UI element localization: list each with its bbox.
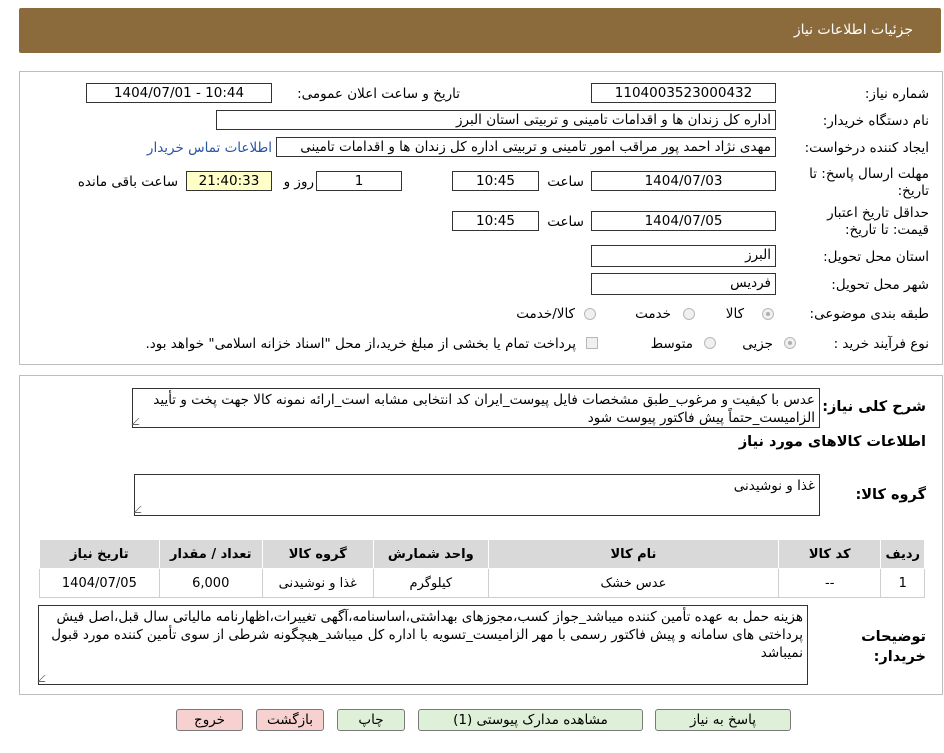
- cell-item-group: غذا و نوشیدنی: [261, 568, 374, 598]
- cell-item-name: عدس خشک: [487, 568, 780, 598]
- day-and-label: روز و: [283, 174, 314, 190]
- delivery-province-label: استان محل تحویل:: [823, 249, 929, 265]
- process-option-medium: متوسط: [650, 336, 693, 352]
- category-option-goods-service: کالا/خدمت: [516, 306, 575, 322]
- cell-need-date: 1404/07/05: [39, 568, 160, 598]
- goods-group-text: غذا و نوشیدنی: [733, 478, 815, 494]
- general-desc-label: شرح کلی نیاز:: [822, 399, 926, 415]
- goods-table: ردیف کد کالا نام کالا واحد شمارش گروه کا…: [39, 539, 925, 598]
- general-desc-textarea: عدس با کیفیت و مرغوب_طبق مشخصات فایل پیو…: [131, 388, 820, 428]
- category-option-service: خدمت: [635, 306, 671, 322]
- city-field: فردیس: [591, 273, 776, 295]
- treasury-payment-note: پرداخت تمام یا بخشی از مبلغ خرید،از محل …: [145, 336, 576, 352]
- need-number-field: 1104003523000432: [591, 83, 776, 103]
- category-option-goods: کالا: [725, 306, 744, 322]
- category-radio-goods-service[interactable]: [584, 308, 596, 320]
- buyer-contact-link[interactable]: اطلاعات تماس خریدار: [147, 140, 272, 156]
- col-row-number: ردیف: [880, 539, 925, 569]
- category-radio-service[interactable]: [683, 308, 695, 320]
- buyer-notes-text: هزینه حمل به عهده تأمین کننده میباشد_جوا…: [51, 609, 803, 661]
- resize-grip-icon[interactable]: [37, 675, 52, 682]
- cell-quantity: 6,000: [158, 568, 263, 598]
- delivery-city-label: شهر محل تحویل:: [831, 277, 929, 293]
- back-button[interactable]: بازگشت: [256, 709, 324, 731]
- goods-group-textarea: غذا و نوشیدنی: [133, 474, 820, 516]
- cell-row-number: 1: [880, 568, 925, 598]
- table-header-row: ردیف کد کالا نام کالا واحد شمارش گروه کا…: [39, 539, 925, 569]
- announce-datetime-field: 1404/07/01 - 10:44: [86, 83, 272, 103]
- buyer-org-label: نام دستگاه خریدار:: [822, 113, 929, 129]
- category-radio-goods[interactable]: [762, 308, 774, 320]
- validity-deadline-label: حداقل تاریخ اعتبار قیمت: تا تاریخ:: [827, 205, 929, 238]
- print-button[interactable]: چاپ: [337, 709, 405, 731]
- remaining-time-field: 21:40:33: [186, 171, 272, 191]
- col-need-date: تاریخ نیاز: [39, 539, 160, 569]
- process-option-minor: جزیی: [742, 336, 773, 352]
- treasury-payment-checkbox[interactable]: [586, 337, 598, 349]
- cell-unit: کیلوگرم: [372, 568, 489, 598]
- category-label: طبقه بندی موضوعی:: [809, 306, 929, 322]
- validity-time-label: ساعت: [547, 214, 584, 230]
- reply-button[interactable]: پاسخ به نیاز: [655, 709, 791, 731]
- col-item-code: کد کالا: [777, 539, 882, 569]
- attachments-button[interactable]: مشاهده مدارک پیوستی (1): [418, 709, 643, 731]
- validity-time-field: 10:45: [452, 211, 539, 231]
- process-type-label: نوع فرآیند خرید :: [833, 336, 929, 352]
- cell-item-code: --: [777, 568, 882, 598]
- col-unit: واحد شمارش: [372, 539, 489, 569]
- validity-date-field: 1404/07/05: [591, 211, 776, 231]
- goods-info-heading: اطلاعات کالاهای مورد نیاز: [738, 434, 926, 450]
- requester-label: ایجاد کننده درخواست:: [804, 140, 929, 156]
- announce-datetime-label: تاریخ و ساعت اعلان عمومی:: [297, 86, 460, 102]
- reply-time-field: 10:45: [452, 171, 539, 191]
- reply-date-field: 1404/07/03: [591, 171, 776, 191]
- need-number-label: شماره نیاز:: [864, 86, 929, 102]
- buyer-notes-textarea: هزینه حمل به عهده تأمین کننده میباشد_جوا…: [37, 605, 808, 685]
- page-title: جزئیات اطلاعات نیاز: [793, 22, 913, 38]
- province-field: البرز: [591, 245, 776, 267]
- resize-grip-icon[interactable]: [133, 506, 148, 513]
- general-desc-text: عدس با کیفیت و مرغوب_طبق مشخصات فایل پیو…: [153, 392, 815, 426]
- goods-group-label: گروه کالا:: [855, 487, 926, 503]
- table-row: 1 -- عدس خشک کیلوگرم غذا و نوشیدنی 6,000…: [39, 568, 925, 598]
- buyer-notes-label: توضیحات خریدار:: [861, 629, 926, 665]
- process-radio-minor[interactable]: [784, 337, 796, 349]
- reply-time-label: ساعت: [547, 174, 584, 190]
- page-header: جزئیات اطلاعات نیاز: [19, 8, 941, 53]
- process-radio-medium[interactable]: [704, 337, 716, 349]
- requester-field: مهدی نژاد احمد پور مراقب امور تامینی و ت…: [276, 137, 776, 157]
- reply-days-field: 1: [316, 171, 402, 191]
- reply-deadline-label: مهلت ارسال پاسخ: تا تاریخ:: [809, 166, 929, 199]
- remaining-label: ساعت باقی مانده: [77, 174, 178, 190]
- exit-button[interactable]: خروج: [176, 709, 243, 731]
- col-item-name: نام کالا: [487, 539, 780, 569]
- buyer-org-field: اداره کل زندان ها و اقدامات تامینی و ترب…: [216, 110, 776, 130]
- resize-grip-icon[interactable]: [131, 418, 146, 425]
- col-item-group: گروه کالا: [261, 539, 374, 569]
- col-quantity: تعداد / مقدار: [158, 539, 263, 569]
